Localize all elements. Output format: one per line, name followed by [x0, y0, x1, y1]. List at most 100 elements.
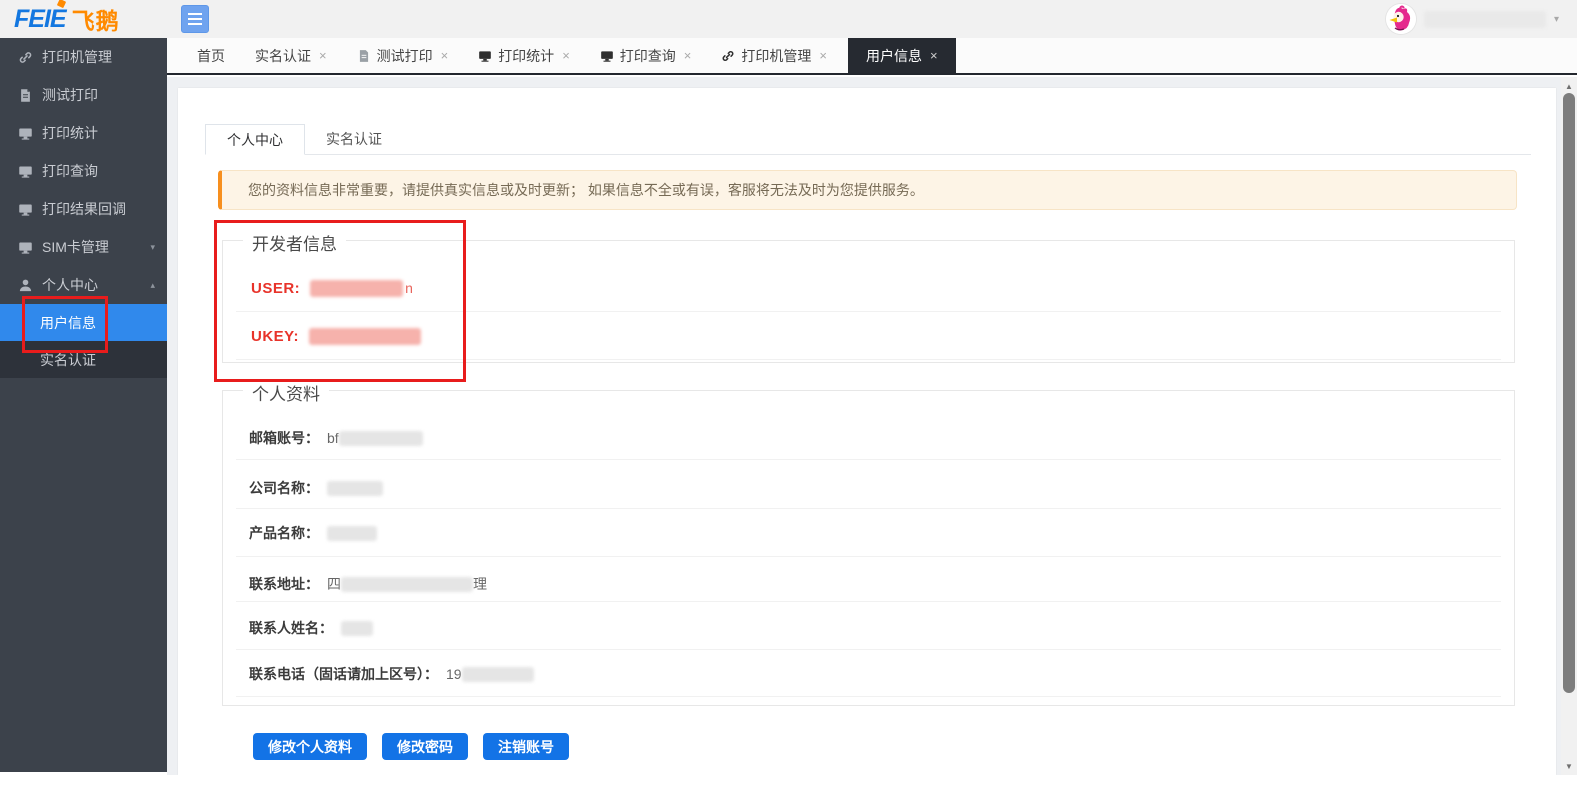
profile-row-phone: 联系电话（固话请加上区号）： 19	[249, 664, 534, 684]
sidebar-item-print-result-callback[interactable]: 打印结果回调	[0, 190, 167, 228]
sidebar-item-sim-card-management[interactable]: SIM卡管理 ▾	[0, 228, 167, 266]
monitor-icon	[18, 202, 33, 217]
divider	[236, 311, 1501, 312]
sidebar-toggle-button[interactable]	[181, 5, 209, 33]
field-value-suffix: 理	[473, 574, 487, 594]
sidebar-subitem-realname-auth[interactable]: 实名认证	[0, 341, 167, 378]
sidebar-item-personal-center[interactable]: 个人中心 ▴	[0, 266, 167, 304]
content-tab-realname-auth[interactable]: 实名认证	[305, 124, 403, 155]
tab-home[interactable]: 首页	[188, 38, 234, 73]
main-content-area: 个人中心 实名认证 您的资料信息非常重要，请提供真实信息或及时更新； 如果信息不…	[167, 77, 1577, 775]
tab-test-print[interactable]: 测试打印 ×	[348, 38, 458, 73]
tab-printer-management[interactable]: 打印机管理 ×	[712, 38, 836, 73]
user-info-card: 个人中心 实名认证 您的资料信息非常重要，请提供真实信息或及时更新； 如果信息不…	[178, 88, 1556, 775]
tab-user-info-active[interactable]: 用户信息 ×	[848, 38, 956, 73]
tab-label: 打印查询	[620, 46, 676, 66]
sidebar-item-label: 打印结果回调	[42, 199, 126, 219]
document-icon	[357, 49, 371, 63]
sidebar-item-printer-management[interactable]: 打印机管理	[0, 38, 167, 76]
close-icon[interactable]: ×	[562, 48, 570, 63]
close-icon[interactable]: ×	[930, 48, 938, 63]
link-icon	[721, 49, 735, 63]
sidebar-item-label: SIM卡管理	[42, 237, 109, 257]
header: FEIE 飞鹅 ▾	[0, 0, 1577, 38]
sidebar-item-print-statistics[interactable]: 打印统计	[0, 114, 167, 152]
tab-label: 打印统计	[498, 46, 554, 66]
ukey-value-redacted	[309, 328, 421, 345]
close-icon[interactable]: ×	[819, 48, 827, 63]
tab-print-query[interactable]: 打印查询 ×	[591, 38, 701, 73]
edit-profile-button[interactable]: 修改个人资料	[253, 733, 367, 760]
avatar[interactable]	[1386, 4, 1416, 34]
sidebar-subitem-user-info[interactable]: 用户信息	[0, 304, 167, 341]
field-label: 联系地址：	[249, 574, 319, 594]
header-username-redacted	[1424, 11, 1546, 28]
warning-alert: 您的资料信息非常重要，请提供真实信息或及时更新； 如果信息不全或有误，客服将无法…	[218, 170, 1517, 210]
divider	[236, 601, 1501, 602]
profile-row-contact-name: 联系人姓名：	[249, 618, 373, 638]
sidebar: 打印机管理 测试打印 打印统计 打印查询 打印结果回调	[0, 38, 167, 772]
profile-row-product: 产品名称：	[249, 523, 377, 543]
personal-profile-section: 个人资料 邮箱账号： bf 公司名称： 产品名称：	[222, 390, 1515, 706]
content-tab-personal-center[interactable]: 个人中心	[205, 124, 305, 155]
field-value-redacted	[341, 577, 473, 592]
action-buttons: 修改个人资料 修改密码 注销账号	[253, 733, 569, 760]
sidebar-submenu: 用户信息 实名认证	[0, 304, 167, 378]
divider	[236, 508, 1501, 509]
tab-label: 打印机管理	[741, 46, 811, 66]
document-icon	[18, 88, 33, 103]
divider	[236, 556, 1501, 557]
bottom-strip	[0, 775, 1577, 791]
tab-label: 首页	[197, 46, 225, 66]
field-value-redacted	[327, 481, 383, 496]
sidebar-item-print-query[interactable]: 打印查询	[0, 152, 167, 190]
brand-logo-latin: FEIE	[14, 5, 66, 34]
monitor-icon	[18, 126, 33, 141]
tab-print-statistics[interactable]: 打印统计 ×	[469, 38, 579, 73]
header-user-menu[interactable]: ▾	[1386, 0, 1559, 38]
field-value-prefix: bf	[327, 430, 339, 446]
divider	[236, 359, 1501, 360]
field-value-prefix: 四	[327, 574, 341, 594]
field-label: 产品名称：	[249, 523, 319, 543]
user-value-redacted	[310, 280, 403, 297]
monitor-icon	[18, 240, 33, 255]
sidebar-item-label: 打印查询	[42, 161, 98, 181]
app-root: FEIE 飞鹅 ▾	[0, 0, 1577, 791]
monitor-icon	[18, 164, 33, 179]
profile-row-email: 邮箱账号： bf	[249, 428, 423, 448]
brand-logo-cn: 飞鹅	[72, 2, 120, 36]
scroll-up-icon[interactable]: ▲	[1561, 79, 1577, 93]
close-icon[interactable]: ×	[319, 48, 327, 63]
close-icon[interactable]: ×	[684, 48, 692, 63]
divider	[236, 649, 1501, 650]
close-icon[interactable]: ×	[441, 48, 449, 63]
field-value-prefix: 19	[446, 666, 462, 682]
content-tabs: 个人中心 实名认证	[205, 124, 1531, 155]
divider	[236, 696, 1501, 697]
delete-account-button[interactable]: 注销账号	[483, 733, 569, 760]
tab-realname-auth[interactable]: 实名认证 ×	[246, 38, 336, 73]
sidebar-item-label: 打印机管理	[42, 47, 112, 67]
link-icon	[18, 50, 33, 65]
brand-logo: FEIE 飞鹅	[14, 4, 120, 34]
user-key-label: USER:	[251, 280, 300, 297]
vertical-scrollbar[interactable]: ▲ ▼	[1561, 77, 1577, 775]
warning-alert-text: 您的资料信息非常重要，请提供真实信息或及时更新； 如果信息不全或有误，客服将无法…	[248, 180, 924, 200]
developer-user-row: USER: n	[251, 277, 413, 299]
change-password-button[interactable]: 修改密码	[382, 733, 468, 760]
sidebar-item-label: 打印统计	[42, 123, 98, 143]
user-icon	[18, 278, 33, 293]
field-label: 联系人姓名：	[249, 618, 333, 638]
personal-profile-legend: 个人资料	[243, 380, 329, 405]
tab-label: 测试打印	[377, 46, 433, 66]
scrollbar-thumb[interactable]	[1563, 93, 1575, 693]
developer-info-section: 开发者信息 USER: n UKEY:	[222, 240, 1515, 363]
developer-info-legend: 开发者信息	[243, 230, 346, 255]
field-value-redacted	[327, 526, 377, 541]
profile-row-company: 公司名称：	[249, 478, 383, 498]
sidebar-item-test-print[interactable]: 测试打印	[0, 76, 167, 114]
open-tabs-bar: 首页 实名认证 × 测试打印 × 打印统计 × 打印查询 ×	[167, 38, 1577, 75]
scroll-down-icon[interactable]: ▼	[1561, 759, 1577, 773]
field-label: 公司名称：	[249, 478, 319, 498]
